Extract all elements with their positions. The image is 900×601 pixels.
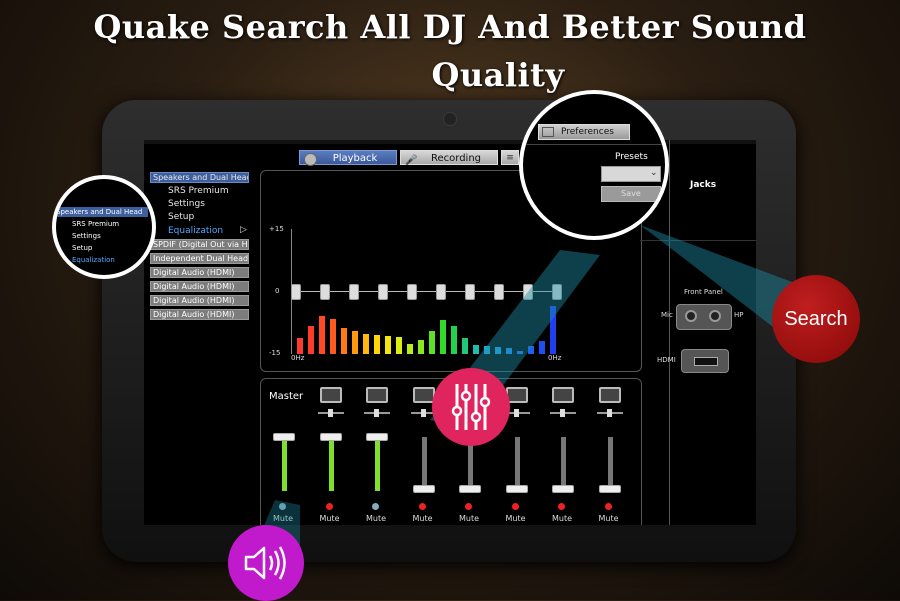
save-preset-button[interactable]: Save xyxy=(601,186,661,202)
volume-badge-icon xyxy=(228,525,304,601)
search-badge-label: Search xyxy=(784,308,848,330)
chevron-down-icon: ⌄ xyxy=(650,168,658,178)
highlight-beams xyxy=(262,225,800,545)
zoom-circle-presets: Preferences Presets ⌄ Save xyxy=(519,90,669,240)
zoom-presets-label: Presets xyxy=(615,152,648,162)
presets-dropdown[interactable]: ⌄ xyxy=(601,166,661,182)
tab-preferences[interactable]: Preferences xyxy=(538,124,630,140)
preferences-icon xyxy=(542,127,554,137)
search-badge: Search xyxy=(772,275,860,363)
equalizer-badge-icon xyxy=(432,368,510,446)
